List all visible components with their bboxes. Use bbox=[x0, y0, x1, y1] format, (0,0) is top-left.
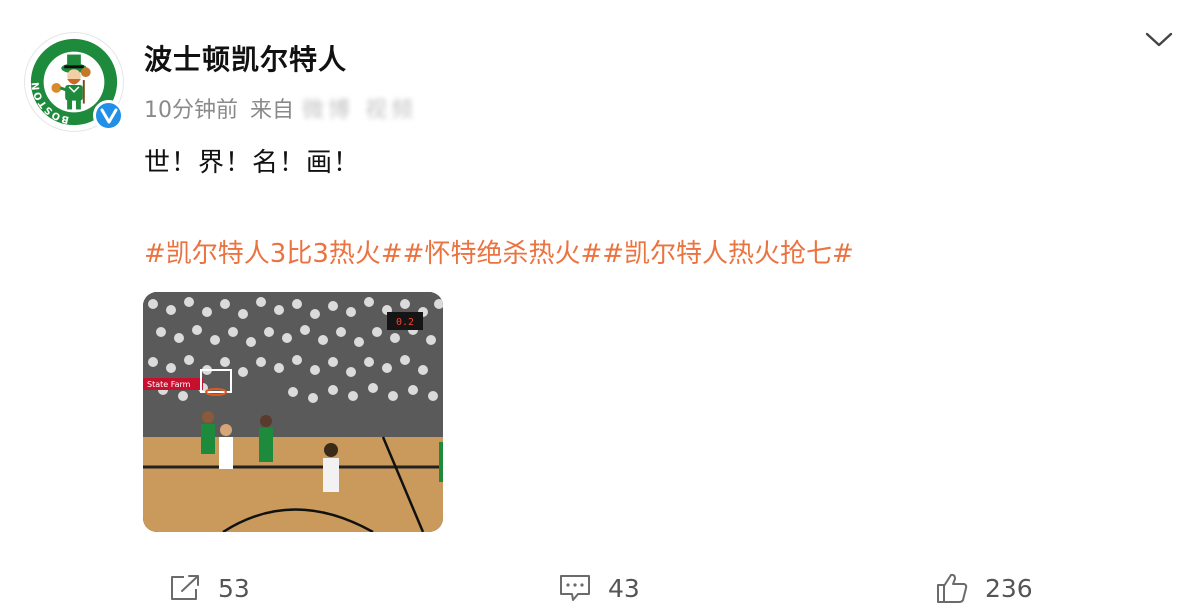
chevron-down-icon bbox=[1145, 32, 1173, 47]
author-name[interactable]: 波士顿凯尔特人 bbox=[144, 38, 347, 78]
like-button[interactable]: 236 bbox=[935, 568, 1033, 608]
svg-text:State Farm: State Farm bbox=[147, 380, 191, 389]
post-image[interactable]: 0.2 State Farm bbox=[143, 292, 443, 532]
hashtag-row: #凯尔特人3比3热火# #怀特绝杀热火# #凯尔特人热火抢七# bbox=[144, 233, 854, 270]
repost-count: 53 bbox=[218, 573, 250, 603]
hashtag-link[interactable]: #凯尔特人3比3热火# bbox=[144, 233, 403, 270]
more-options-button[interactable] bbox=[1142, 26, 1176, 52]
repost-button[interactable]: 53 bbox=[168, 568, 250, 608]
weibo-post-card: BOSTON CELTICS 波士顿凯尔特人 10分钟前 来自 微博 视频 bbox=[0, 0, 1200, 615]
basketball-game-photo: 0.2 State Farm bbox=[143, 292, 443, 532]
thumbs-up-icon bbox=[937, 573, 968, 603]
svg-text:0.2: 0.2 bbox=[396, 317, 414, 328]
comment-button[interactable]: 43 bbox=[558, 568, 640, 608]
hashtag-link[interactable]: #怀特绝杀热火# bbox=[403, 233, 603, 270]
post-text: 世！界！名！画！ bbox=[144, 148, 361, 178]
repost-icon bbox=[171, 575, 199, 600]
post-action-bar: 53 43 236 bbox=[0, 560, 1200, 610]
post-time[interactable]: 10分钟前 bbox=[144, 92, 238, 124]
post-source[interactable]: 微博 视频 bbox=[302, 92, 417, 124]
comment-icon bbox=[560, 575, 590, 601]
like-count: 236 bbox=[985, 573, 1033, 603]
source-prefix: 来自 bbox=[250, 98, 295, 123]
comment-count: 43 bbox=[608, 573, 640, 603]
verified-v-icon bbox=[93, 100, 124, 131]
post-meta: 10分钟前 来自 微博 视频 bbox=[144, 92, 417, 124]
hashtag-link[interactable]: #凯尔特人热火抢七# bbox=[602, 233, 854, 270]
